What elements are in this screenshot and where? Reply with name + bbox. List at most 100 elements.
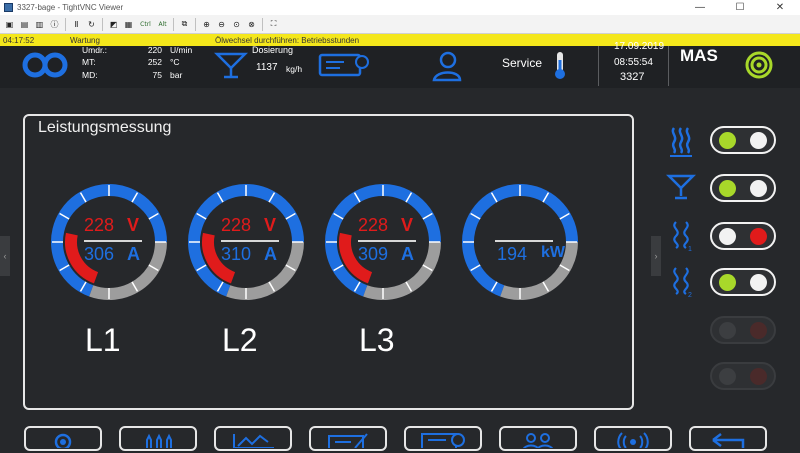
screw-1-icon[interactable]: 1: [668, 218, 696, 252]
right-nav-arrow[interactable]: ›: [651, 236, 661, 276]
toggle-disabled-1: [710, 316, 776, 344]
l3-current-unit: A: [401, 244, 414, 264]
umdr-value: 220: [147, 45, 162, 55]
l1-label: L1: [85, 322, 121, 358]
l2-label: L2: [222, 322, 258, 358]
app-icon: [4, 3, 13, 12]
brand-swirl-icon: [745, 51, 773, 79]
brand-logo-text: MAS: [680, 46, 718, 65]
gauge-power: [462, 184, 578, 300]
header-date: 17.09.2019: [614, 41, 665, 52]
window-title: 3327-bage - TightVNC Viewer: [17, 3, 124, 12]
ctrl-alt-del-icon[interactable]: ◩: [107, 18, 120, 31]
mt-unit: °C: [170, 57, 180, 67]
left-nav-arrow[interactable]: ‹: [0, 236, 10, 276]
back-icon: [712, 433, 745, 450]
gauge-card-icon: [421, 433, 465, 451]
zoom-out-icon[interactable]: ⊖: [215, 18, 228, 31]
info-icon[interactable]: ⓘ: [48, 18, 61, 31]
nav-button-chart[interactable]: [214, 426, 292, 451]
dosing-card-icon[interactable]: [318, 52, 372, 78]
l3-voltage-unit: V: [401, 215, 414, 235]
screw-2-icon[interactable]: 2: [668, 264, 696, 298]
window-titlebar: 3327-bage - TightVNC Viewer — ☐ ✕: [0, 0, 800, 15]
dosierung-label: Dosierung: [252, 45, 294, 55]
ctrl-key-button[interactable]: Ctrl: [137, 18, 154, 31]
nav-button-bottles[interactable]: [119, 426, 197, 451]
antenna-icon: [617, 432, 649, 451]
toggle-dosing[interactable]: [710, 174, 776, 202]
heat-icon[interactable]: [668, 124, 694, 158]
l1-voltage-unit: V: [127, 215, 140, 235]
minimize-button[interactable]: —: [680, 0, 720, 15]
alt-key-button[interactable]: Alt: [156, 18, 169, 31]
l3-current: 309: [358, 244, 389, 264]
svg-text:2: 2: [688, 292, 692, 298]
l1-current-unit: A: [127, 244, 140, 264]
nav-button-users[interactable]: [499, 426, 577, 451]
transfer-icon[interactable]: ⧉: [178, 18, 191, 31]
service-label[interactable]: Service: [502, 56, 542, 70]
md-unit: bar: [170, 70, 183, 80]
gauge-l3: [325, 184, 441, 300]
umdr-label: Umdr.:: [82, 45, 108, 55]
panel-title: Leistungsmessung: [38, 119, 172, 136]
svg-text:1: 1: [688, 246, 692, 252]
machine-number: 3327: [620, 71, 645, 83]
l2-current-unit: A: [264, 244, 277, 264]
l1-voltage: 228: [84, 215, 115, 235]
edit-card-icon: [328, 433, 368, 451]
toggle-screw-2[interactable]: [710, 268, 776, 296]
nav-button-target[interactable]: [24, 426, 102, 451]
md-label: MD:: [82, 70, 98, 80]
fullscreen-icon[interactable]: ⛶: [267, 18, 280, 31]
header-divider-2: [668, 46, 669, 86]
chart-icon: [233, 434, 274, 449]
nav-button-edit[interactable]: [309, 426, 387, 451]
zoom-100-icon[interactable]: ⊙: [230, 18, 243, 31]
l1-current: 306: [84, 244, 115, 264]
zoom-fit-icon[interactable]: ⊗: [245, 18, 258, 31]
gauge-l2: [188, 184, 304, 300]
refresh-icon[interactable]: ↻: [85, 18, 98, 31]
header-time: 08:55:54: [614, 57, 653, 68]
gauge-l1: [51, 184, 167, 300]
header-divider: [598, 46, 599, 86]
status-time: 04:17:52: [3, 35, 35, 45]
power-value: 194: [497, 244, 528, 264]
nav-button-antenna[interactable]: [594, 426, 672, 451]
dosierung-value: 1137: [256, 62, 278, 73]
user-icon[interactable]: [430, 50, 464, 82]
alarm-statusbar: 04:17:52 Wartung Ölwechsel durchführen: …: [0, 34, 800, 46]
umdr-unit: U/min: [170, 45, 193, 55]
l2-voltage-unit: V: [264, 215, 277, 235]
l2-voltage: 228: [221, 215, 252, 235]
machine-logo-icon[interactable]: [20, 50, 70, 80]
vnc-toolbar: ▣ ▤ ▥ ⓘ Ⅱ ↻ ◩ ▦ Ctrl Alt ⧉ ⊕ ⊖ ⊙ ⊗ ⛶: [0, 15, 800, 34]
thermometer-icon[interactable]: [553, 50, 567, 80]
l3-label: L3: [359, 322, 395, 358]
dosing-funnel-icon[interactable]: [666, 172, 696, 202]
target-icon: [54, 433, 72, 451]
toggle-heating[interactable]: [710, 126, 776, 154]
mt-label: MT:: [82, 57, 96, 67]
zoom-in-icon[interactable]: ⊕: [200, 18, 213, 31]
dosing-funnel-icon[interactable]: [214, 50, 248, 80]
l3-voltage: 228: [358, 215, 389, 235]
dosierung-unit: kg/h: [286, 64, 303, 74]
nav-button-back[interactable]: [689, 426, 767, 451]
save-icon[interactable]: ▤: [18, 18, 31, 31]
nav-button-gauge-card[interactable]: [404, 426, 482, 451]
win-key-icon[interactable]: ▦: [122, 18, 135, 31]
new-connection-icon[interactable]: ▣: [3, 18, 16, 31]
status-message: Ölwechsel durchführen: Betriebsstunden: [215, 35, 360, 45]
close-button[interactable]: ✕: [760, 0, 800, 15]
power-unit: kW: [541, 244, 565, 261]
toggle-screw-1[interactable]: [710, 222, 776, 250]
status-category: Wartung: [70, 35, 100, 45]
toggle-disabled-2: [710, 362, 776, 390]
machine-header: Umdr.: 220 U/min MT: 252 °C MD: 75 bar D…: [0, 41, 800, 88]
pause-icon[interactable]: Ⅱ: [70, 18, 83, 31]
options-icon[interactable]: ▥: [33, 18, 46, 31]
maximize-button[interactable]: ☐: [720, 0, 760, 15]
